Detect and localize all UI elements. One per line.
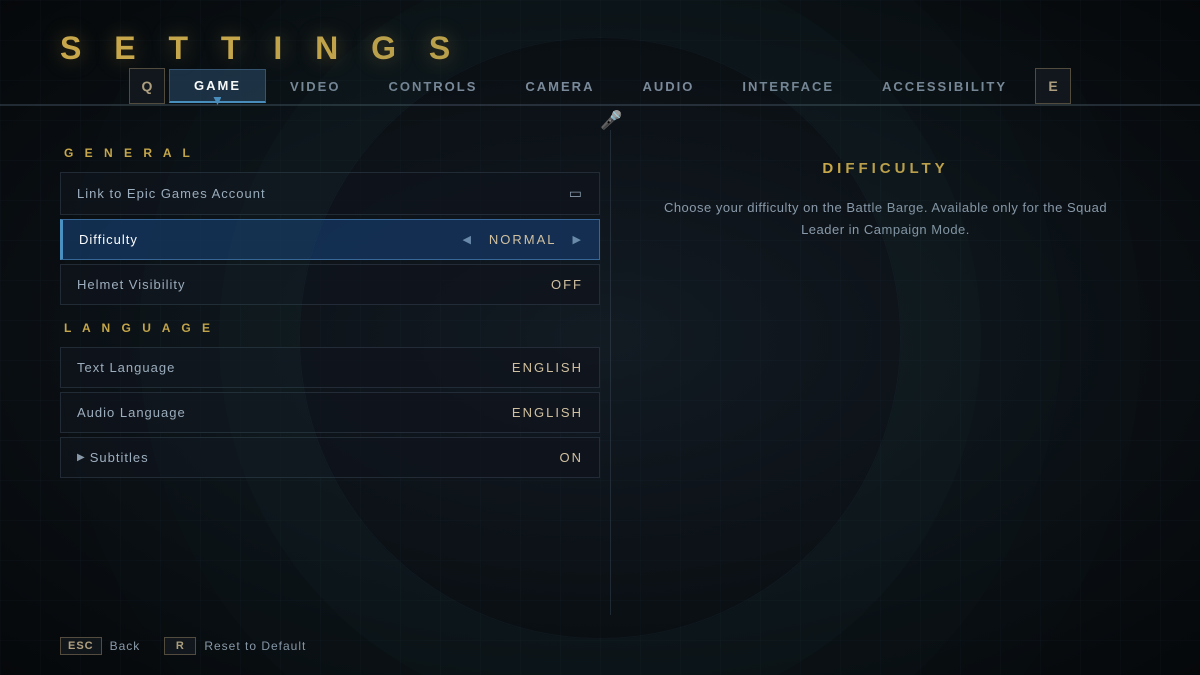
reset-key-badge: R <box>164 637 196 655</box>
tab-shortcut-left: Q <box>129 68 165 104</box>
left-panel: G E N E R A L Link to Epic Games Account… <box>60 130 600 615</box>
back-label: Back <box>110 639 141 653</box>
tab-camera[interactable]: CAMERA <box>501 71 618 102</box>
subtitles-row[interactable]: ▶ Subtitles ON <box>60 437 600 478</box>
tab-game[interactable]: GAME <box>169 69 266 103</box>
detail-description: Choose your difficulty on the Battle Bar… <box>661 197 1110 241</box>
bottom-bar: ESC Back R Reset to Default <box>60 637 1140 655</box>
difficulty-arrow-left[interactable]: ◀ <box>462 233 472 246</box>
back-key-badge: ESC <box>60 637 102 655</box>
tab-video[interactable]: VIDEO <box>266 71 364 102</box>
text-language-value: ENGLISH <box>512 360 583 375</box>
epic-link-icon: ▭ <box>569 185 583 202</box>
difficulty-control: ◀ NORMAL ▶ <box>462 232 583 247</box>
difficulty-arrow-right[interactable]: ▶ <box>573 233 583 246</box>
panel-divider-vertical: 🎤 <box>610 130 611 615</box>
helmet-visibility-label: Helmet Visibility <box>77 277 186 292</box>
epic-link-row[interactable]: Link to Epic Games Account ▭ <box>60 172 600 215</box>
helmet-visibility-row[interactable]: Helmet Visibility OFF <box>60 264 600 305</box>
back-action[interactable]: ESC Back <box>60 637 140 655</box>
audio-language-value: ENGLISH <box>512 405 583 420</box>
audio-language-row[interactable]: Audio Language ENGLISH <box>60 392 600 433</box>
difficulty-value: NORMAL <box>489 232 557 247</box>
general-section-label: G E N E R A L <box>60 146 600 160</box>
tab-controls[interactable]: CONTROLS <box>364 71 501 102</box>
right-panel: DIFFICULTY Choose your difficulty on the… <box>631 130 1140 615</box>
subtitles-value: ON <box>560 450 584 465</box>
helmet-visibility-value: OFF <box>551 277 583 292</box>
subtitles-label: Subtitles <box>90 450 149 465</box>
difficulty-label: Difficulty <box>79 232 138 247</box>
text-language-row[interactable]: Text Language ENGLISH <box>60 347 600 388</box>
epic-link-label: Link to Epic Games Account <box>77 186 266 201</box>
reset-action[interactable]: R Reset to Default <box>164 637 306 655</box>
reset-label: Reset to Default <box>204 639 306 653</box>
tab-interface[interactable]: INTERFACE <box>718 71 858 102</box>
tabs-container: Q GAME VIDEO CONTROLS CAMERA AUDIO INTER… <box>0 68 1200 106</box>
audio-language-label: Audio Language <box>77 405 186 420</box>
language-section-label: L A N G U A G E <box>60 321 600 335</box>
subtitles-expand-arrow: ▶ <box>77 452 86 463</box>
page-title: S E T T I N G S <box>60 30 462 67</box>
text-language-label: Text Language <box>77 360 175 375</box>
tab-shortcut-right: E <box>1035 68 1071 104</box>
difficulty-row[interactable]: Difficulty ◀ NORMAL ▶ <box>60 219 600 260</box>
detail-title: DIFFICULTY <box>661 160 1110 177</box>
content-area: G E N E R A L Link to Epic Games Account… <box>60 130 1140 615</box>
tab-audio[interactable]: AUDIO <box>618 71 718 102</box>
subtitles-label-container: ▶ Subtitles <box>77 450 149 465</box>
mic-icon: 🎤 <box>600 110 622 131</box>
tab-accessibility[interactable]: ACCESSIBILITY <box>858 71 1031 102</box>
